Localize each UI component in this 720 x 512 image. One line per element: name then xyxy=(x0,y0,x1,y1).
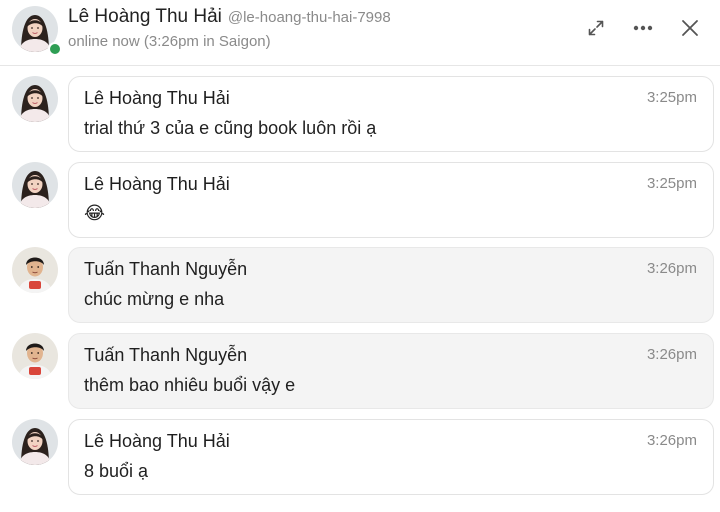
avatar xyxy=(12,419,58,465)
message-time: 3:26pm xyxy=(646,432,697,449)
more-options-button[interactable] xyxy=(629,14,657,42)
message-author[interactable]: Tuấn Thanh Nguyễn xyxy=(84,345,247,366)
message-bubble[interactable]: Tuấn Thanh Nguyễn 3:26pm chúc mừng e nha xyxy=(68,247,714,323)
message-author[interactable]: Lê Hoàng Thu Hải xyxy=(84,88,230,109)
avatar xyxy=(12,162,58,208)
expand-button[interactable] xyxy=(582,14,610,42)
message-text: trial thứ 3 của e cũng book luôn rồi ạ xyxy=(84,118,377,138)
message-avatar[interactable] xyxy=(12,333,60,381)
message-time: 3:26pm xyxy=(646,260,697,277)
header-avatar[interactable] xyxy=(12,6,62,56)
message-text: 8 buổi ạ xyxy=(84,461,149,481)
close-button[interactable] xyxy=(676,14,704,42)
message-row: Lê Hoàng Thu Hải 3:25pm 😂 xyxy=(0,162,720,242)
message-avatar[interactable] xyxy=(12,419,60,467)
contact-name[interactable]: Lê Hoàng Thu Hải xyxy=(68,6,222,27)
chat-header: Lê Hoàng Thu Hải @le-hoang-thu-hai-7998 o… xyxy=(0,0,720,66)
message-row: Tuấn Thanh Nguyễn 3:26pm thêm bao nhiêu … xyxy=(0,333,720,413)
message-bubble[interactable]: Lê Hoàng Thu Hải 3:26pm 8 buổi ạ xyxy=(68,419,714,495)
message-avatar[interactable] xyxy=(12,76,60,124)
avatar xyxy=(12,76,58,122)
message-bubble[interactable]: Lê Hoàng Thu Hải 3:25pm trial thứ 3 của … xyxy=(68,76,714,152)
message-bubble[interactable]: Tuấn Thanh Nguyễn 3:26pm thêm bao nhiêu … xyxy=(68,333,714,409)
more-options-icon xyxy=(633,25,653,31)
online-status-dot xyxy=(48,42,62,56)
message-bubble[interactable]: Lê Hoàng Thu Hải 3:25pm 😂 xyxy=(68,162,714,238)
message-emoji: 😂 xyxy=(84,203,106,223)
message-author[interactable]: Tuấn Thanh Nguyễn xyxy=(84,259,247,280)
contact-name-line: Lê Hoàng Thu Hải @le-hoang-thu-hai-7998 xyxy=(68,6,391,28)
message-avatar[interactable] xyxy=(12,247,60,295)
expand-icon xyxy=(588,20,604,36)
message-row: Lê Hoàng Thu Hải 3:26pm 8 buổi ạ xyxy=(0,419,720,499)
message-author[interactable]: Lê Hoàng Thu Hải xyxy=(84,431,230,452)
message-time: 3:25pm xyxy=(646,89,697,106)
message-text: chúc mừng e nha xyxy=(84,289,225,309)
avatar xyxy=(12,247,58,293)
message-time: 3:25pm xyxy=(646,175,697,192)
avatar xyxy=(12,333,58,379)
message-text: thêm bao nhiêu buổi vậy e xyxy=(84,375,296,395)
message-row: Tuấn Thanh Nguyễn 3:26pm chúc mừng e nha xyxy=(0,247,720,327)
message-time: 3:26pm xyxy=(646,346,697,363)
contact-status: online now (3:26pm in Saigon) xyxy=(68,33,271,50)
message-author[interactable]: Lê Hoàng Thu Hải xyxy=(84,174,230,195)
contact-handle: @le-hoang-thu-hai-7998 xyxy=(227,9,391,26)
message-avatar[interactable] xyxy=(12,162,60,210)
close-icon xyxy=(682,20,698,36)
message-row: Lê Hoàng Thu Hải 3:25pm trial thứ 3 của … xyxy=(0,76,720,156)
